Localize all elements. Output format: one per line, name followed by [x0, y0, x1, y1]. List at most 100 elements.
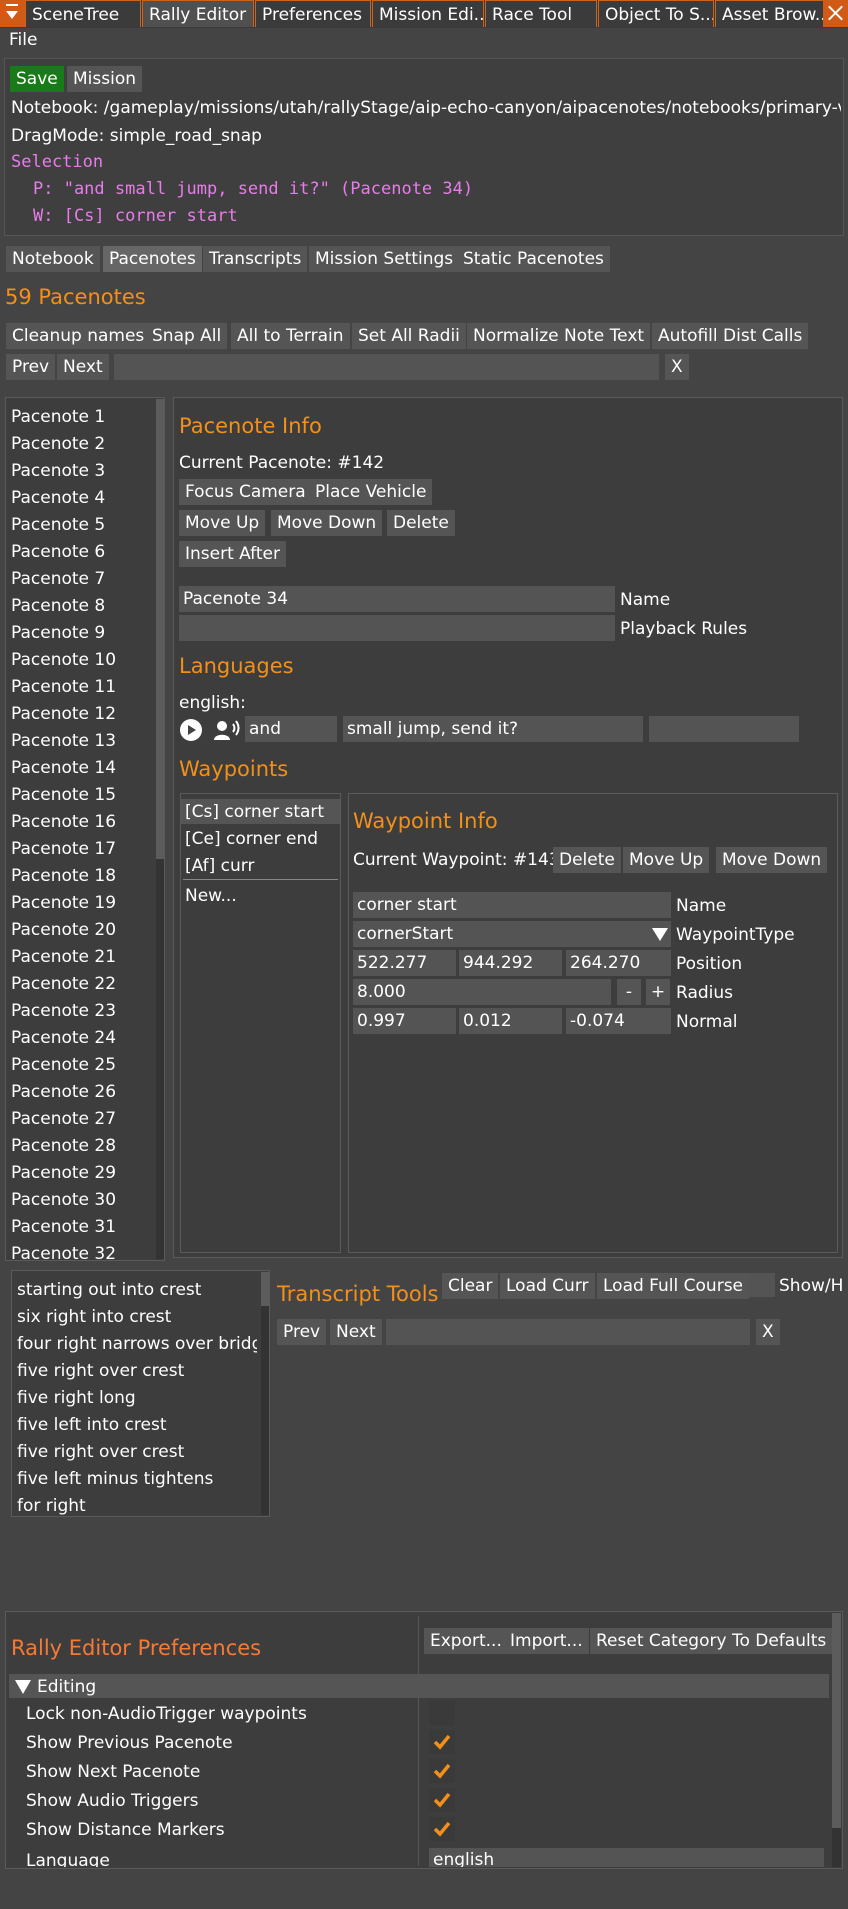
next-pacenote-button[interactable]: Next [57, 354, 109, 380]
tab-asset-browser[interactable]: Asset Brow... [715, 0, 824, 27]
normal-z-input[interactable]: -0.074 [566, 1008, 671, 1034]
collapse-triangle-icon[interactable] [15, 1679, 31, 1694]
transcript-list-item[interactable]: six right into crest [17, 1307, 257, 1327]
tab-race-tool[interactable]: Race Tool [485, 0, 597, 27]
transcript-list-item[interactable]: five right over crest [17, 1442, 257, 1462]
pacenote-list-item[interactable]: Pacenote 13 [11, 731, 154, 751]
menu-file[interactable]: File [9, 30, 37, 50]
note-text-input[interactable]: small jump, send it? [343, 716, 643, 742]
mission-button[interactable]: Mission [67, 66, 143, 92]
pacenote-list-item[interactable]: Pacenote 16 [11, 812, 154, 832]
preference-checkbox[interactable] [429, 1701, 455, 1725]
chevron-down-icon[interactable] [651, 926, 669, 942]
pacenote-list-item[interactable]: Pacenote 9 [11, 623, 154, 643]
transcript-list-item[interactable]: five right over crest [17, 1361, 257, 1381]
place-vehicle-button[interactable]: Place Vehicle [309, 479, 433, 505]
tab-rally-editor[interactable]: Rally Editor [142, 0, 254, 27]
playback-rules-input[interactable] [179, 615, 615, 641]
clear-search-button[interactable]: X [665, 354, 689, 380]
editing-category-header[interactable] [9, 1674, 829, 1698]
pacenote-list-item[interactable]: Pacenote 14 [11, 758, 154, 778]
tab-notebook[interactable]: Notebook [6, 246, 100, 272]
reset-category-button[interactable]: Reset Category To Defaults [590, 1628, 833, 1654]
next-transcript-button[interactable]: Next [330, 1319, 382, 1345]
move-up-button[interactable]: Move Up [179, 510, 266, 536]
pacenote-list-item[interactable]: Pacenote 32 [11, 1244, 154, 1264]
preference-checkbox[interactable] [429, 1788, 455, 1812]
normal-x-input[interactable]: 0.997 [353, 1008, 456, 1034]
show-hide-checkbox[interactable] [749, 1273, 775, 1297]
set-all-radii-button[interactable]: Set All Radii [352, 323, 466, 349]
transcript-list-scrollbar[interactable] [261, 1272, 269, 1515]
pacenote-list-item[interactable]: Pacenote 28 [11, 1136, 154, 1156]
pacenote-list-item[interactable]: Pacenote 12 [11, 704, 154, 724]
move-down-waypoint-button[interactable]: Move Down [716, 847, 828, 873]
tab-static-pacenotes[interactable]: Static Pacenotes [457, 246, 610, 272]
play-audio-icon[interactable] [179, 718, 203, 742]
pacenote-list-item[interactable]: Pacenote 15 [11, 785, 154, 805]
pacenote-list-item[interactable]: Pacenote 29 [11, 1163, 154, 1183]
pacenote-name-input[interactable]: Pacenote 34 [179, 586, 615, 612]
focus-camera-button[interactable]: Focus Camera [179, 479, 312, 505]
transcript-list-item[interactable]: five left into crest [17, 1415, 257, 1435]
normal-y-input[interactable]: 0.012 [459, 1008, 562, 1034]
delete-pacenote-button[interactable]: Delete [387, 510, 455, 536]
pacenote-list-item[interactable]: Pacenote 11 [11, 677, 154, 697]
snap-all-button[interactable]: Snap All [146, 323, 228, 349]
tab-scenetree[interactable]: SceneTree [25, 0, 141, 27]
radius-increment-button[interactable]: + [646, 979, 670, 1005]
delete-waypoint-button[interactable]: Delete [553, 847, 621, 873]
transcript-list-item[interactable]: five right long [17, 1388, 257, 1408]
pacenote-list-item[interactable]: Pacenote 26 [11, 1082, 154, 1102]
prev-transcript-button[interactable]: Prev [277, 1319, 327, 1345]
import-button[interactable]: Import... [504, 1628, 589, 1654]
position-z-input[interactable]: 264.270 [566, 950, 671, 976]
move-up-waypoint-button[interactable]: Move Up [623, 847, 710, 873]
position-x-input[interactable]: 522.277 [353, 950, 456, 976]
pacenote-list-scrollbar[interactable] [156, 399, 164, 1259]
voice-icon[interactable] [213, 718, 241, 742]
insert-after-button[interactable]: Insert After [179, 541, 286, 567]
note-before-input[interactable]: and [245, 716, 337, 742]
tab-object-to-scene[interactable]: Object To S... [598, 0, 714, 27]
close-icon[interactable] [823, 0, 848, 27]
transcript-list-item[interactable]: five left minus tightens [17, 1469, 257, 1489]
pacenote-list-item[interactable]: Pacenote 21 [11, 947, 154, 967]
normalize-note-text-button[interactable]: Normalize Note Text [467, 323, 651, 349]
language-pref-input[interactable]: english [429, 1848, 824, 1867]
all-to-terrain-button[interactable]: All to Terrain [231, 323, 350, 349]
pacenote-list-item[interactable]: Pacenote 3 [11, 461, 154, 481]
pacenote-list-item[interactable]: Pacenote 24 [11, 1028, 154, 1048]
pacenote-list-item[interactable]: Pacenote 2 [11, 434, 154, 454]
tab-mission-editor[interactable]: Mission Edi... [372, 0, 484, 27]
pacenote-list-item[interactable]: Pacenote 25 [11, 1055, 154, 1075]
tab-pacenotes[interactable]: Pacenotes [103, 246, 202, 272]
pacenote-list-item[interactable]: Pacenote 10 [11, 650, 154, 670]
pacenote-list-item[interactable]: Pacenote 30 [11, 1190, 154, 1210]
prev-pacenote-button[interactable]: Prev [6, 354, 56, 380]
transcript-list-item[interactable]: four right narrows over bridge [17, 1334, 257, 1354]
pacenote-list-item[interactable]: Pacenote 8 [11, 596, 154, 616]
tab-preferences[interactable]: Preferences [255, 0, 371, 27]
move-down-button[interactable]: Move Down [271, 510, 383, 536]
pacenote-list-item[interactable]: Pacenote 31 [11, 1217, 154, 1237]
pacenote-list-item[interactable]: Pacenote 5 [11, 515, 154, 535]
clear-transcript-search-button[interactable]: X [756, 1319, 780, 1345]
waypoint-name-input[interactable]: corner start [353, 892, 671, 918]
autofill-dist-calls-button[interactable]: Autofill Dist Calls [652, 323, 809, 349]
waypoint-item[interactable]: [Af] curr [185, 856, 338, 876]
export-button[interactable]: Export... [424, 1628, 508, 1654]
position-y-input[interactable]: 944.292 [459, 950, 562, 976]
waypoint-item[interactable]: [Ce] corner end [185, 829, 338, 849]
pacenote-list-item[interactable]: Pacenote 23 [11, 1001, 154, 1021]
preferences-scrollbar[interactable] [832, 1613, 841, 1867]
pacenote-list-item[interactable]: Pacenote 4 [11, 488, 154, 508]
pacenote-list-item[interactable]: Pacenote 17 [11, 839, 154, 859]
save-button[interactable]: Save [10, 66, 64, 92]
waypoint-item[interactable]: [Cs] corner start [185, 802, 338, 822]
transcript-search-input[interactable] [386, 1319, 750, 1345]
window-menu-icon[interactable] [0, 0, 25, 27]
pacenote-list-item[interactable]: Pacenote 7 [11, 569, 154, 589]
radius-input[interactable]: 8.000 [353, 979, 611, 1005]
pacenote-search-input[interactable] [114, 354, 659, 380]
